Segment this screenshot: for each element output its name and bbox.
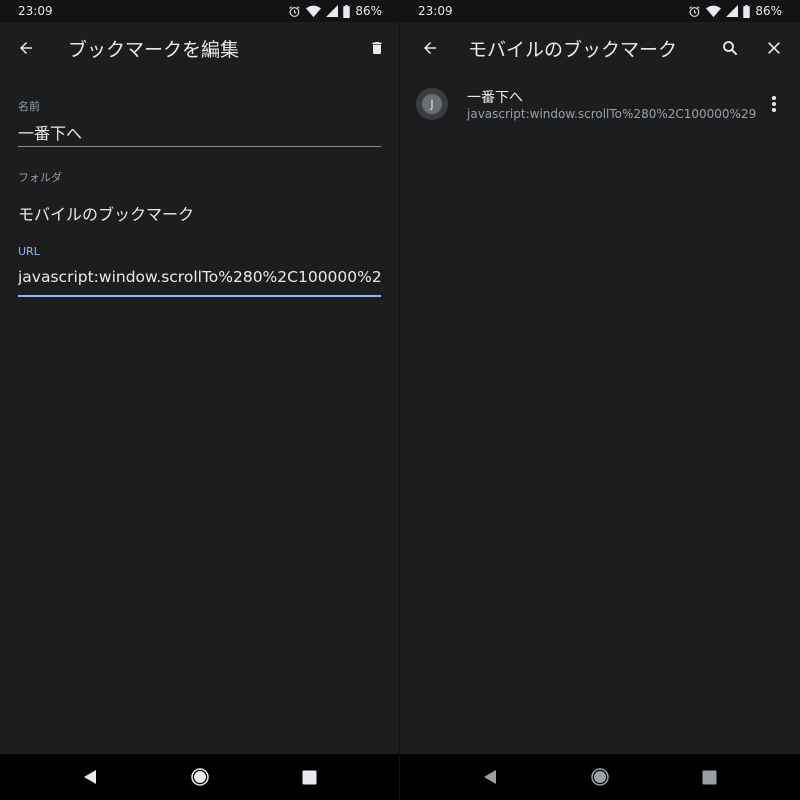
battery-icon [743,4,751,18]
page-title: モバイルのブックマーク [468,39,678,61]
url-underline [18,295,381,297]
status-bar: 23:09 86% [0,0,400,22]
back-button[interactable] [414,32,446,64]
name-label: 名前 [18,100,40,113]
favicon: J [416,88,448,120]
folder-label: フォルダ [18,171,62,184]
page-title: ブックマークを編集 [68,39,240,61]
delete-button[interactable] [361,32,393,64]
name-input[interactable]: 一番下へ [18,120,381,146]
battery-percent: 86% [355,4,382,18]
more-vert-icon [772,96,776,112]
wifi-icon [706,5,722,17]
favicon-letter: J [422,94,442,114]
url-label: URL [18,245,40,258]
back-arrow-icon [20,42,32,54]
bookmark-url: javascript:window.scrollTo%280%2C100000%… [467,107,757,121]
status-time: 23:09 [418,4,453,18]
status-time: 23:09 [18,4,53,18]
bookmark-list-item[interactable]: J 一番下へ javascript:window.scrollTo%280%2C… [400,80,800,132]
folder-field[interactable]: フォルダ モバイルのブックマーク [18,169,381,225]
bookmark-title: 一番下へ [467,90,523,106]
status-icons: 86% [688,4,782,18]
url-field[interactable]: URL javascript:window.scrollTo%280%2C100… [18,245,381,297]
back-triangle-icon [484,770,496,784]
back-button[interactable] [10,32,42,64]
nav-home-button[interactable] [587,764,613,790]
nav-bar [400,754,800,800]
dual-screenshot: 23:09 86% ブックマークを編集 名前 一番下へ フォルダ モバイルのブッ… [0,0,800,800]
mobile-bookmarks-screen: 23:09 86% モバイルのブックマーク J 一番下へ javascript:… [400,0,800,800]
edit-bookmark-screen: 23:09 86% ブックマークを編集 名前 一番下へ フォルダ モバイルのブッ… [0,0,400,800]
status-icons: 86% [288,4,382,18]
more-options-button[interactable] [758,88,790,120]
name-field[interactable]: 名前 一番下へ [18,98,381,147]
nav-recents-button[interactable] [696,764,722,790]
home-circle-icon [591,768,609,786]
name-underline [18,146,381,147]
back-triangle-icon [84,770,96,784]
url-input[interactable]: javascript:window.scrollTo%280%2C100000%… [18,268,381,295]
home-circle-icon [191,768,209,786]
folder-selector[interactable]: モバイルのブックマーク [18,201,381,225]
recents-square-icon [302,770,316,784]
app-bar: モバイルのブックマーク [400,22,800,74]
nav-back-button[interactable] [477,764,503,790]
nav-recents-button[interactable] [296,764,322,790]
status-bar: 23:09 86% [400,0,800,22]
nav-back-button[interactable] [77,764,103,790]
signal-icon [726,5,739,17]
nav-bar [0,754,400,800]
signal-icon [326,5,339,17]
search-icon [723,41,737,55]
alarm-icon [289,5,301,17]
app-bar: ブックマークを編集 [0,22,400,74]
battery-percent: 86% [755,4,782,18]
nav-home-button[interactable] [187,764,213,790]
back-arrow-icon [424,42,436,54]
recents-square-icon [702,770,716,784]
battery-icon [343,4,351,18]
close-icon [768,42,780,54]
alarm-icon [689,5,701,17]
wifi-icon [306,5,322,17]
delete-icon [372,42,382,54]
close-button[interactable] [758,32,790,64]
search-button[interactable] [714,32,746,64]
